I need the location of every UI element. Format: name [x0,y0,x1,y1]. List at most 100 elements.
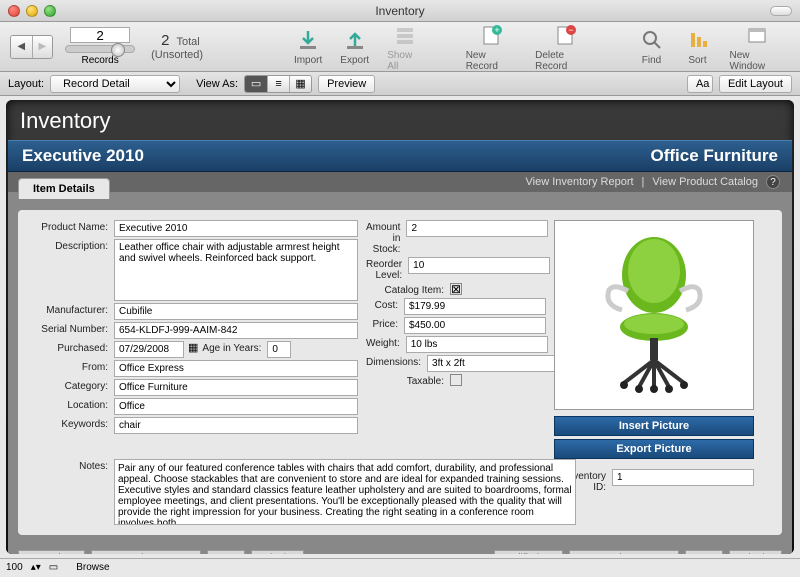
page-title: Inventory [8,102,792,140]
find-label: Find [642,55,661,66]
records-label: Records [81,55,118,66]
main-panel: Inventory Executive 2010 Office Furnitur… [6,100,794,554]
created-date-value: 08/26/08 [251,550,304,554]
show-all-icon [391,22,419,48]
layout-select[interactable]: Record Detail [50,75,180,93]
insert-picture-button[interactable]: Insert Picture [554,416,754,436]
window-titlebar: Inventory [0,0,800,22]
delete-record-label: Delete Record [535,50,595,72]
category-field[interactable] [114,379,358,396]
dimensions-field[interactable] [427,355,569,372]
product-image-box[interactable] [554,220,754,410]
created-date-label: Date: [207,550,245,554]
new-window-icon[interactable] [743,22,771,48]
view-mode-buttons: ▭ ≡ ▦ [244,75,312,93]
created-by-label: Created By: [18,550,85,554]
from-label: From: [28,360,114,373]
delete-record-icon[interactable]: − [551,22,579,48]
text-format-button[interactable]: Aa [687,75,713,93]
record-footer: Created By: Jason Malone Date: 08/26/08 … [8,546,792,554]
sort-icon[interactable] [684,27,712,53]
from-field[interactable] [114,360,358,377]
cost-field[interactable] [404,298,546,315]
purchased-field[interactable] [114,341,184,358]
taxable-checkbox[interactable] [450,374,462,386]
catalog-item-label: Catalog Item: [366,283,450,296]
modified-date-label: Date: [685,550,723,554]
details-card: Product Name: Description:Leather office… [18,210,782,535]
created-by-value: Jason Malone [91,550,201,554]
zoom-level[interactable]: 100 [6,562,23,573]
toolbar-toggle-icon[interactable] [770,6,792,16]
purchased-label: Purchased: [28,341,114,354]
serial-field[interactable] [114,322,358,339]
mode-label: Browse [76,562,109,573]
product-name-label: Product Name: [28,220,114,233]
keywords-field[interactable] [114,417,358,434]
modified-date-value: 08/26/08 [729,550,782,554]
catalog-item-checkbox[interactable] [450,283,462,295]
taxable-label: Taxable: [366,374,450,387]
record-name: Executive 2010 [22,146,144,166]
serial-label: Serial Number: [28,322,114,335]
edit-layout-button[interactable]: Edit Layout [719,75,792,93]
layout-label: Layout: [8,78,44,90]
find-icon[interactable] [638,27,666,53]
export-icon[interactable] [341,27,369,53]
view-catalog-link[interactable]: View Product Catalog [652,176,758,188]
notes-field[interactable]: Pair any of our featured conference tabl… [114,459,576,525]
modified-by-value: Jason Malone [569,550,679,554]
new-record-label: New Record [466,50,517,72]
product-name-field[interactable] [114,220,358,237]
calendar-icon[interactable]: ▦ [184,341,202,354]
link-bar: View Inventory Report | View Product Cat… [8,172,792,192]
view-form-button[interactable]: ▭ [245,76,267,92]
record-category: Office Furniture [650,146,778,166]
view-table-button[interactable]: ▦ [289,76,311,92]
record-nav-buttons: ◀ ▶ [10,35,53,59]
view-as-label: View As: [196,78,238,90]
description-field[interactable]: Leather office chair with adjustable arm… [114,239,358,301]
age-field[interactable] [267,341,291,358]
category-label: Category: [28,379,114,392]
preview-button[interactable]: Preview [318,75,375,93]
notes-label: Notes: [28,459,114,472]
current-record-input[interactable] [70,27,130,43]
dimensions-label: Dimensions: [366,355,427,368]
manufacturer-field[interactable] [114,303,358,320]
new-window-label: New Window [730,50,785,72]
price-label: Price: [366,317,404,330]
status-tools-icon[interactable]: ▭ [49,562,58,573]
import-label: Import [294,55,322,66]
tab-item-details[interactable]: Item Details [18,178,110,199]
view-list-button[interactable]: ≡ [267,76,289,92]
record-slider[interactable] [65,45,135,53]
view-report-link[interactable]: View Inventory Report [526,176,634,188]
reorder-field[interactable] [408,257,550,274]
layout-bar: Layout: Record Detail View As: ▭ ≡ ▦ Pre… [0,72,800,96]
keywords-label: Keywords: [28,417,114,430]
export-picture-button[interactable]: Export Picture [554,439,754,459]
total-count: 2 [161,32,169,49]
inventory-id-field[interactable] [612,469,754,486]
main-toolbar: ◀ ▶ Records 2 Total (Unsorted) Import Ex… [0,22,800,72]
new-record-icon[interactable]: + [477,22,505,48]
description-label: Description: [28,239,114,252]
prev-record-button[interactable]: ◀ [11,36,32,58]
location-field[interactable] [114,398,358,415]
export-label: Export [340,55,369,66]
stock-field[interactable] [406,220,548,237]
next-record-button[interactable]: ▶ [32,36,53,58]
import-icon[interactable] [294,27,322,53]
reorder-label: Reorder Level: [366,257,408,281]
location-label: Location: [28,398,114,411]
svg-text:+: + [495,25,500,35]
status-bar: 100 ▴▾ ▭ Browse [0,558,800,576]
help-icon[interactable]: ? [766,175,780,189]
manufacturer-label: Manufacturer: [28,303,114,316]
zoom-stepper-icon[interactable]: ▴▾ [31,562,41,573]
price-field[interactable] [404,317,546,334]
window-title: Inventory [0,4,800,18]
weight-field[interactable] [406,336,548,353]
total-label: Total (Unsorted) [151,36,203,61]
